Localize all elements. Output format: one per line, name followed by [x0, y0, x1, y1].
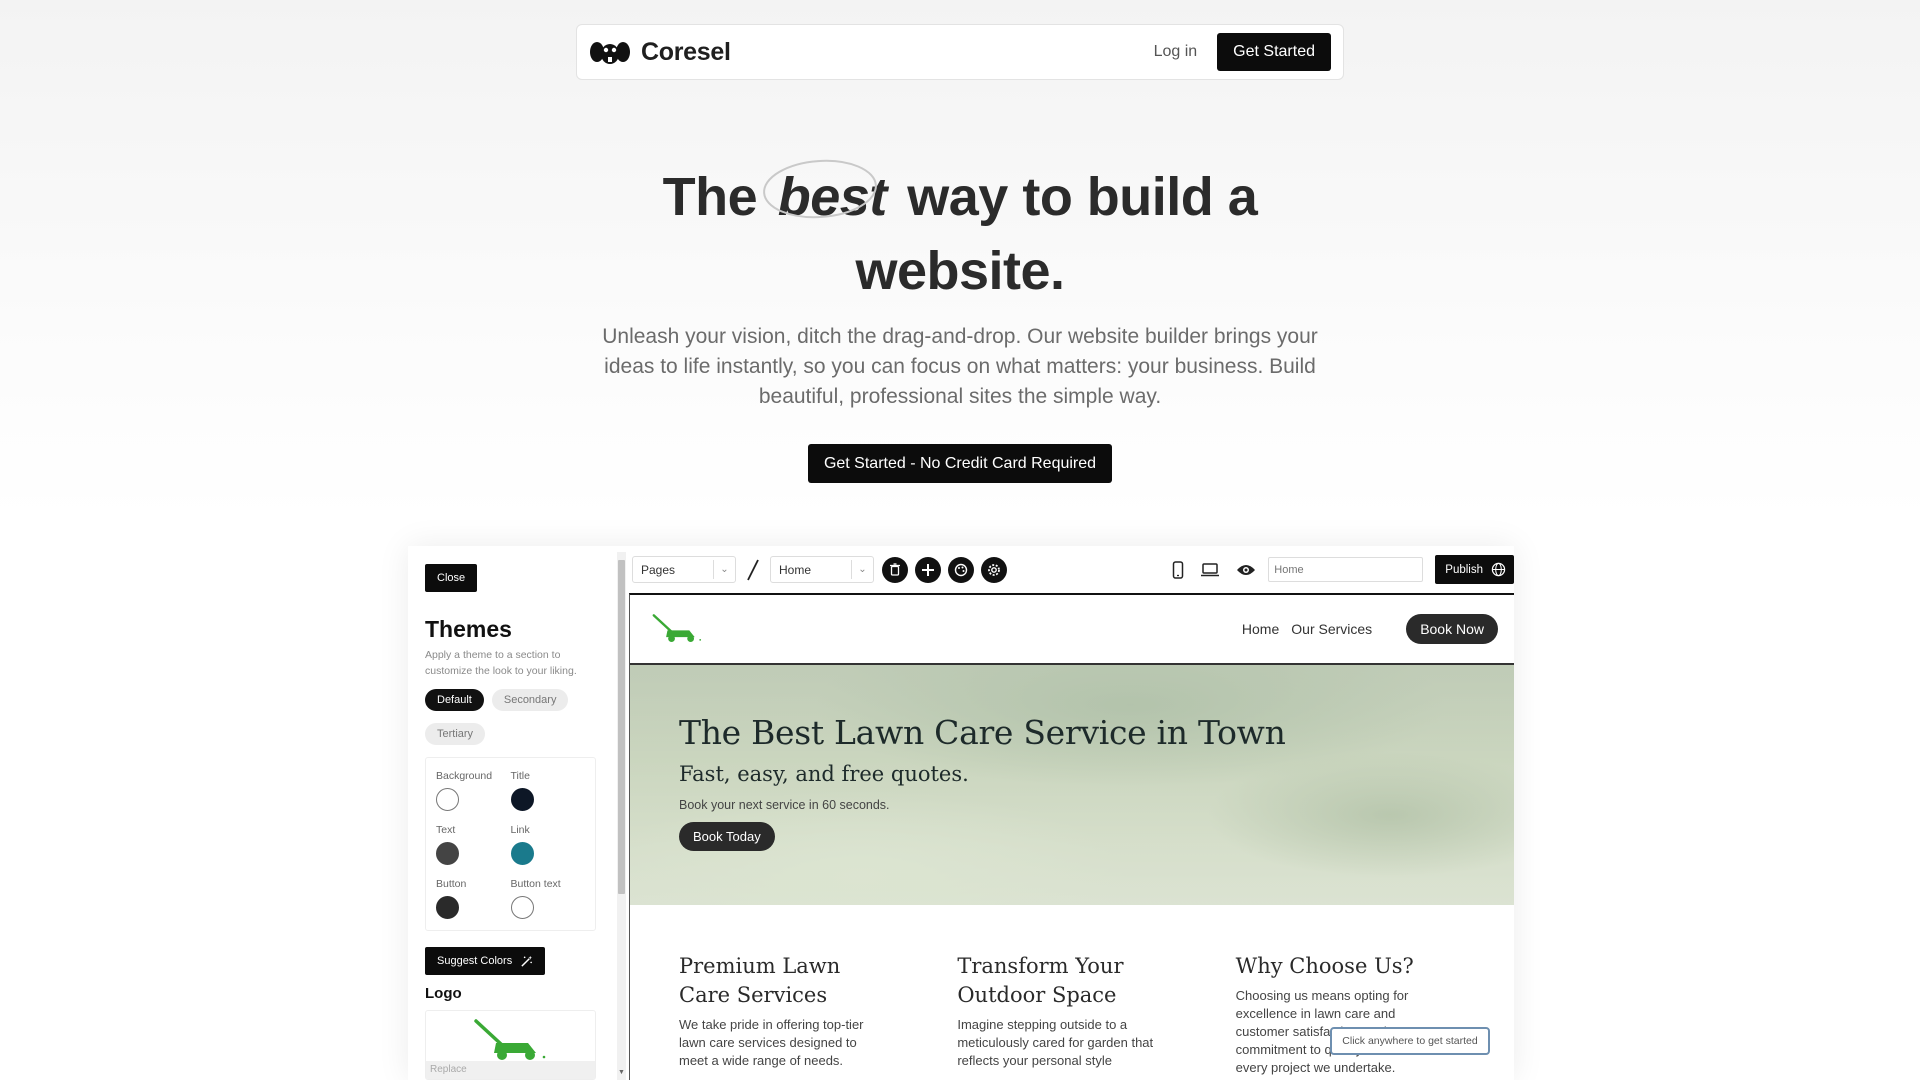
publish-button[interactable]: Publish: [1435, 555, 1514, 584]
feature-card: Transform Your Outdoor Space Imagine ste…: [957, 952, 1235, 1077]
color-swatch[interactable]: [436, 842, 459, 865]
publish-label: Publish: [1445, 563, 1483, 576]
panel-scrollbar[interactable]: [617, 552, 626, 1080]
theme-colors-grid: Background Title Text Link Button Button…: [425, 757, 596, 931]
page-select[interactable]: Home ⌄: [770, 556, 874, 583]
color-link: Link: [510, 824, 586, 872]
slash-divider-icon: [746, 558, 760, 582]
color-swatch[interactable]: [436, 896, 459, 919]
close-button[interactable]: Close: [425, 564, 478, 592]
color-swatch[interactable]: [436, 788, 459, 811]
pages-select-value: Pages: [641, 562, 676, 577]
book-now-button[interactable]: Book Now: [1406, 614, 1498, 644]
hero-subtitle: Unleash your vision, ditch the drag-and-…: [602, 325, 1318, 408]
color-label: Link: [510, 824, 530, 836]
magic-wand-icon: [521, 955, 533, 967]
site-navbar: Home Our Services Book Now: [630, 595, 1514, 665]
color-swatch[interactable]: [510, 788, 534, 811]
brand[interactable]: Coresel: [589, 38, 731, 67]
site-nav-links: Home Our Services Book Now: [1242, 614, 1498, 644]
add-icon[interactable]: [915, 556, 941, 583]
color-button: Button: [436, 878, 511, 926]
book-today-button[interactable]: Book Today: [679, 822, 775, 851]
eye-preview-icon[interactable]: [1236, 563, 1256, 577]
page-url-input[interactable]: [1268, 557, 1424, 582]
site-hero-title: The Best Lawn Care Service in Town: [679, 713, 1286, 752]
site-hero-section: The Best Lawn Care Service in Town Fast,…: [630, 665, 1514, 905]
logo-upload-box[interactable]: Replace: [425, 1010, 596, 1080]
themes-help-text: Apply a theme to a section to customize …: [425, 649, 577, 677]
color-label: Background: [436, 770, 493, 782]
page-select-value: Home: [779, 562, 812, 577]
top-navbar: Coresel Log in Get Started: [576, 24, 1344, 80]
feature-title: Why Choose Us?: [1235, 954, 1414, 978]
color-title: Title: [510, 770, 586, 818]
theme-tertiary-pill[interactable]: Tertiary: [425, 723, 486, 745]
get-started-button[interactable]: Get Started: [1217, 33, 1331, 71]
feature-card: Why Choose Us? Choosing us means opting …: [1236, 952, 1514, 1077]
editor-toolbar: Pages ⌄ Home ⌄ Home Publish: [626, 546, 1514, 593]
gear-icon[interactable]: [981, 556, 1007, 583]
lawn-mower-icon: [474, 1019, 546, 1060]
panel-scrollbar-thumb[interactable]: [618, 560, 625, 894]
chevron-down-icon: ⌄: [851, 560, 873, 579]
logo-heading: Logo: [425, 985, 462, 1002]
pages-select[interactable]: Pages ⌄: [632, 556, 736, 583]
color-label: Button text: [510, 878, 561, 890]
suggest-colors-label: Suggest Colors: [437, 955, 513, 967]
scroll-down-arrow-icon[interactable]: ▼: [617, 1069, 626, 1079]
theme-pills: Default Secondary Tertiary: [425, 689, 596, 745]
palette-icon[interactable]: [948, 556, 974, 583]
color-label: Button: [436, 878, 467, 890]
brand-name: Coresel: [641, 37, 731, 66]
circle-scribble-icon: [762, 159, 877, 219]
laptop-preview-icon[interactable]: [1200, 562, 1220, 577]
site-hero-subtitle: Fast, easy, and free quotes.: [679, 762, 969, 786]
themes-panel: Close Themes Apply a theme to a section …: [408, 546, 613, 1080]
color-button-text: Button text: [510, 878, 586, 926]
site-nav-services-link[interactable]: Our Services: [1291, 621, 1372, 637]
color-label: Title: [510, 770, 530, 782]
login-link[interactable]: Log in: [1154, 43, 1198, 61]
lawn-mower-logo-icon[interactable]: [650, 614, 704, 644]
click-anywhere-tooltip: Click anywhere to get started: [1330, 1027, 1490, 1055]
feature-title: Transform Your Outdoor Space: [957, 954, 1124, 1007]
chevron-down-icon: ⌄: [713, 560, 735, 579]
trash-icon[interactable]: [882, 556, 908, 583]
theme-default-pill[interactable]: Default: [425, 689, 484, 711]
color-background: Background: [436, 770, 511, 818]
hero-title-before: The: [662, 167, 758, 227]
editor-mockup: Close Themes Apply a theme to a section …: [408, 546, 1514, 1080]
color-label: Text: [436, 824, 456, 836]
hero-title-emphasis: best: [762, 159, 893, 234]
hero-title-after: way to build a: [907, 167, 1258, 227]
site-nav-home-link[interactable]: Home: [1242, 621, 1279, 637]
color-swatch[interactable]: [510, 896, 534, 919]
theme-secondary-pill[interactable]: Secondary: [491, 689, 569, 711]
color-swatch[interactable]: [510, 842, 534, 865]
globe-icon: [1491, 562, 1506, 577]
hero-title: The best way to build a website.: [560, 159, 1360, 308]
hero-title-line2: website.: [855, 241, 1065, 301]
feature-title: Premium Lawn Care Services: [679, 954, 841, 1007]
site-preview[interactable]: Home Our Services Book Now The Best Lawn…: [629, 593, 1514, 1080]
site-hero-text: Book your next service in 60 seconds.: [679, 798, 890, 812]
replace-logo-label[interactable]: Replace: [426, 1061, 595, 1079]
feature-text: We take pride in offering top-tier lawn …: [679, 1017, 864, 1068]
hero-cta-button[interactable]: Get Started - No Credit Card Required: [808, 444, 1112, 483]
mobile-preview-icon[interactable]: [1172, 560, 1184, 579]
themes-title: Themes: [425, 616, 512, 642]
feature-card: Premium Lawn Care Services We take pride…: [679, 952, 957, 1077]
coresel-logo-icon: [589, 39, 631, 65]
feature-text: Imagine stepping outside to a meticulous…: [957, 1017, 1154, 1068]
color-text: Text: [436, 824, 511, 872]
suggest-colors-button[interactable]: Suggest Colors: [425, 947, 546, 975]
